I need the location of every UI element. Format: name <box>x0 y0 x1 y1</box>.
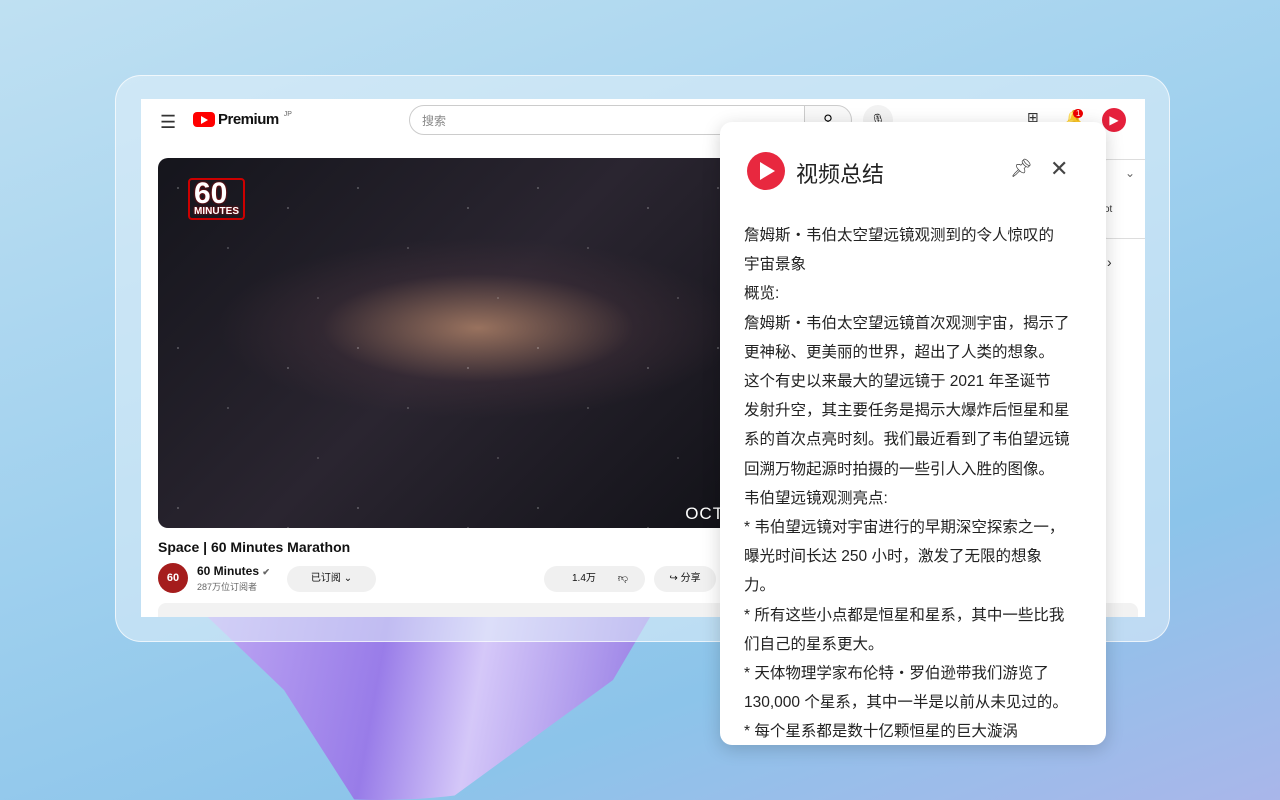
panel-title: 视频总结 <box>796 157 884 189</box>
share-button[interactable]: ↪ 分享 <box>654 566 716 592</box>
share-icon: ↪ <box>669 573 677 584</box>
chevron-down-icon: ⌄ <box>344 573 352 584</box>
summary-line: 130,000 个星系，其中一半是以前从未见过的。 <box>744 688 1070 717</box>
summary-line: 力。 <box>744 571 1070 600</box>
sidebar-text: ot <box>1102 186 1145 215</box>
like-button[interactable]: 1.4万👎︎ <box>544 566 645 592</box>
chevron-down-icon[interactable]: ⌄ <box>1102 160 1145 186</box>
channel-name[interactable]: 60 Minutes ✔ <box>197 564 270 578</box>
summary-line: 系的首次点亮时刻。我们最近看到了韦伯望远镜 <box>744 425 1070 454</box>
video-summary-panel: 视频总结 📌︎ ✕ 詹姆斯・韦伯太空望远镜观测到的令人惊叹的宇宙景象概览:詹姆斯… <box>720 122 1106 745</box>
summary-line: 发射升空，其主要任务是揭示大爆炸后恒星和星 <box>744 396 1070 425</box>
summary-line: 韦伯望远镜观测亮点: <box>744 484 1070 513</box>
summary-line: 詹姆斯・韦伯太空望远镜观测到的令人惊叹的 <box>744 221 1070 250</box>
summary-line: 宇宙景象 <box>744 250 1070 279</box>
video-title: Space | 60 Minutes Marathon <box>158 539 350 555</box>
summary-line: 这个有史以来最大的望远镜于 2021 年圣诞节 <box>744 367 1070 396</box>
dislike-icon[interactable]: 👎︎ <box>618 573 628 584</box>
verified-icon: ✔ <box>262 567 270 577</box>
youtube-logo[interactable]: Premium JP <box>193 111 292 128</box>
youtube-play-icon <box>193 112 215 127</box>
sidebar-fragment: ⌄ot <box>1101 159 1145 239</box>
60-minutes-logo: 60MINUTES <box>188 178 245 220</box>
summary-line: 詹姆斯・韦伯太空望远镜首次观测宇宙，揭示了 <box>744 309 1070 338</box>
logo-text: Premium <box>218 111 279 128</box>
summary-content: 詹姆斯・韦伯太空望远镜观测到的令人惊叹的宇宙景象概览:詹姆斯・韦伯太空望远镜首次… <box>744 221 1070 745</box>
summary-line: 更神秘、更美丽的世界，超出了人类的想象。 <box>744 338 1070 367</box>
summary-line: 概览: <box>744 279 1070 308</box>
menu-icon[interactable]: ☰ <box>160 112 176 133</box>
summary-line: * 每个星系都是数十亿颗恒星的巨大漩涡 <box>744 717 1070 745</box>
extension-avatar[interactable]: ▶ <box>1102 108 1126 132</box>
subscriber-count: 287万位订阅者 <box>197 580 257 593</box>
summary-line: 们自己的星系更大。 <box>744 630 1070 659</box>
summary-line: 回溯万物起源时拍摄的一些引人入胜的图像。 <box>744 455 1070 484</box>
summary-line: 曝光时间长达 250 小时，激发了无限的想象 <box>744 542 1070 571</box>
pin-icon[interactable]: 📌︎ <box>1010 158 1033 179</box>
subscribed-button[interactable]: 已订阅 ⌄ <box>287 566 376 592</box>
video-player[interactable]: 60MINUTES OCTO <box>158 158 738 528</box>
summary-line: * 天体物理学家布伦特・罗伯逊带我们游览了 <box>744 659 1070 688</box>
summary-logo-icon <box>747 152 785 190</box>
starfield <box>158 158 738 528</box>
summary-line: * 韦伯望远镜对宇宙进行的早期深空探索之一， <box>744 513 1070 542</box>
summary-line: * 所有这些小点都是恒星和星系，其中一些比我 <box>744 601 1070 630</box>
channel-avatar[interactable]: 60 <box>158 563 188 593</box>
close-icon[interactable]: ✕ <box>1050 156 1068 182</box>
region-label: JP <box>284 111 292 118</box>
chevron-right-icon[interactable]: › <box>1107 254 1112 270</box>
